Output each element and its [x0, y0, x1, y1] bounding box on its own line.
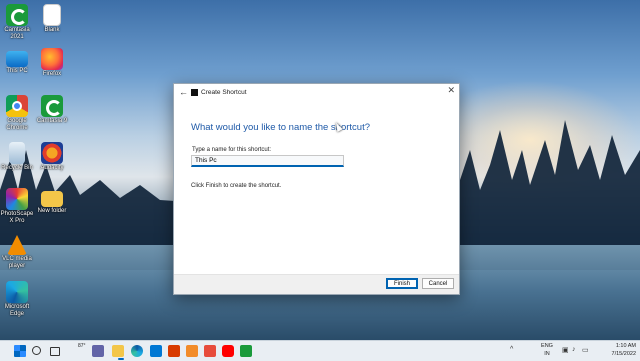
desktop-icon-label: Camtasia — [4, 27, 30, 33]
desktop-icon-this-pc[interactable]: This PC — [0, 48, 34, 75]
desktop-icon-label: Google — [7, 118, 27, 124]
taskbar: 87° ^ ENG IN ▣ ♪ ▭ 1:10 AM 7/15/2022 — [0, 340, 640, 361]
finish-button[interactable]: Finish — [386, 278, 418, 289]
desktop-icon-label: Blank — [44, 27, 60, 33]
vlc-icon — [7, 235, 27, 255]
clock-date[interactable]: 7/15/2022 — [594, 351, 636, 357]
audacity-icon — [41, 142, 63, 164]
language-indicator[interactable]: ENG — [539, 343, 555, 349]
dialog-heading: What would you like to name the shortcut… — [191, 122, 371, 133]
desktop-icon-label: Chrome — [6, 125, 28, 131]
photoscape-icon — [6, 188, 28, 210]
shortcut-name-label: Type a name for this shortcut: — [192, 147, 272, 153]
close-icon[interactable]: ✕ — [447, 86, 455, 95]
desktop-icon-label: 2021 — [10, 34, 24, 40]
file-explorer-icon[interactable] — [112, 345, 124, 357]
desktop-icon-label: Audacity — [40, 165, 64, 171]
this-pc-icon — [6, 51, 28, 67]
desktop-icon-label: Microsoft — [4, 304, 30, 310]
dialog-footer: Finish Cancel — [174, 274, 459, 294]
desktop-icon-label: Edge — [9, 311, 24, 317]
desktop-icon-label: Camtasia 9 — [36, 118, 68, 124]
desktop-icon-google-chrome[interactable]: Google Chrome — [0, 95, 34, 132]
desktop-icon-new-folder[interactable]: New folder — [35, 188, 69, 215]
desktop-icon-audacity[interactable]: Audacity — [35, 142, 69, 172]
folder-icon — [41, 191, 63, 207]
cancel-button[interactable]: Cancel — [422, 278, 454, 289]
desktop-icon-label: Firefox — [42, 71, 62, 77]
desktop-icon-photoscape[interactable]: PhotoScape X Pro — [0, 188, 34, 225]
desktop-icon-label: X Pro — [9, 218, 25, 224]
chrome-icon — [6, 95, 28, 117]
camtasia-recorder-icon[interactable] — [186, 345, 198, 357]
edge-taskbar-icon[interactable] — [131, 345, 143, 357]
language-region[interactable]: IN — [539, 351, 555, 357]
camtasia-icon — [41, 95, 63, 117]
desktop-icon-label: VLC media — [2, 256, 32, 262]
microsoft-store-icon[interactable] — [150, 345, 162, 357]
desktop-icon-camtasia-9[interactable]: Camtasia 9 — [35, 95, 69, 125]
tray-overflow-chevron-icon[interactable]: ^ — [510, 346, 513, 353]
recycle-bin-icon — [9, 142, 25, 164]
start-button-icon[interactable] — [14, 345, 26, 357]
desktop-icon-camtasia-2021[interactable]: Camtasia 2021 — [0, 4, 34, 41]
create-shortcut-dialog: ← Create Shortcut ✕ What would you like … — [173, 83, 460, 295]
shortcut-name-input[interactable] — [191, 155, 344, 167]
desktop-icon-microsoft-edge[interactable]: Microsoft Edge — [0, 281, 34, 318]
task-view-icon[interactable] — [50, 347, 60, 356]
shortcut-app-icon — [191, 89, 198, 96]
desktop-icon-label: This PC — [6, 68, 28, 74]
weather-temperature: 87° — [78, 343, 86, 349]
dialog-title: Create Shortcut — [201, 89, 247, 96]
clock-time[interactable]: 1:10 AM — [594, 343, 636, 349]
network-icon[interactable]: ▣ — [562, 346, 569, 354]
desktop-icon-blank[interactable]: Blank — [35, 4, 69, 34]
battery-icon[interactable]: ▭ — [582, 346, 589, 354]
photo-app-icon[interactable] — [204, 345, 216, 357]
desktop-icon-label: Recycle Bin — [1, 165, 33, 171]
camtasia-taskbar-icon[interactable] — [240, 345, 252, 357]
finish-hint-text: Click Finish to create the shortcut. — [191, 183, 282, 189]
firefox-icon — [41, 48, 63, 70]
desktop-icon-vlc[interactable]: VLC media player — [0, 235, 34, 270]
desktop-icon-label: PhotoScape — [0, 211, 34, 217]
volume-icon[interactable]: ♪ — [572, 346, 576, 353]
edge-icon — [6, 281, 28, 303]
blank-document-icon — [43, 4, 61, 26]
desktop-icon-firefox[interactable]: Firefox — [35, 48, 69, 78]
desktop-icon-label: New folder — [37, 208, 67, 214]
teams-chat-icon[interactable] — [92, 345, 104, 357]
desktop-icon-label: player — [8, 263, 26, 269]
dialog-titlebar: ← Create Shortcut ✕ — [174, 84, 459, 102]
youtube-icon[interactable] — [222, 345, 234, 357]
snipping-tool-icon[interactable] — [168, 345, 180, 357]
desktop-icon-recycle-bin[interactable]: Recycle Bin — [0, 142, 34, 172]
back-arrow-icon[interactable]: ← — [179, 88, 188, 97]
camtasia-icon — [6, 4, 28, 26]
search-icon[interactable] — [32, 346, 41, 355]
